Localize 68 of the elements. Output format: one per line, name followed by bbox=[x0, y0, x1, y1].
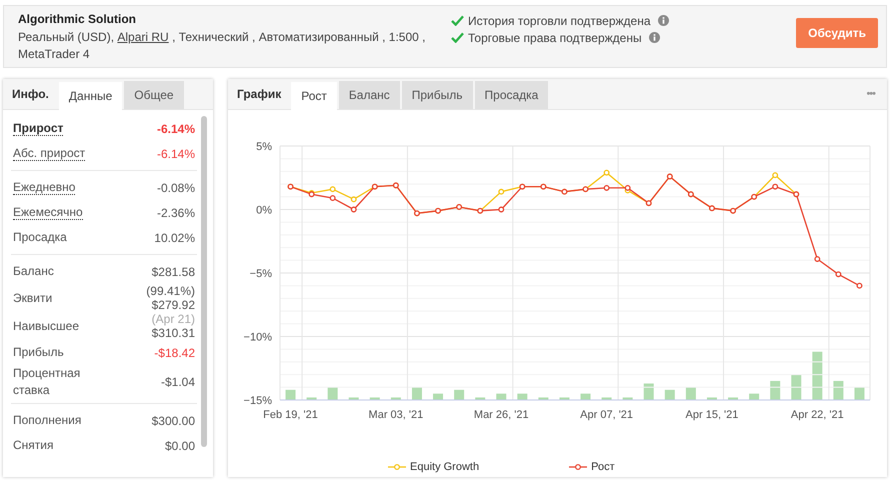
stat-value: $281.58 bbox=[152, 264, 195, 278]
data-point bbox=[350, 206, 357, 212]
x-axis-label: Mar 03, '21 bbox=[368, 409, 424, 421]
chart-tab[interactable]: Прибыль bbox=[402, 81, 473, 109]
data-point bbox=[498, 188, 504, 195]
stat-value: $300.00 bbox=[152, 414, 195, 428]
stat-value: -0.08% bbox=[156, 180, 195, 194]
stat-value: -$18.42 bbox=[154, 346, 195, 360]
account-title: Algorithmic Solution bbox=[18, 12, 137, 26]
stat-label: Наивысшее bbox=[13, 318, 80, 334]
data-point bbox=[604, 184, 610, 191]
y-axis-label: −5% bbox=[250, 268, 272, 280]
panel-title: График bbox=[236, 87, 282, 103]
data-point bbox=[856, 282, 862, 289]
stat-value: $279.92 bbox=[152, 298, 195, 312]
stat-label[interactable]: Ежемесячно bbox=[13, 205, 83, 220]
data-point bbox=[835, 271, 842, 278]
chart-tab[interactable]: Баланс bbox=[338, 81, 400, 109]
data-point bbox=[330, 195, 336, 202]
info-icon[interactable] bbox=[658, 15, 669, 26]
stat-label: Просадка bbox=[13, 229, 67, 246]
panel-title: Инфо. bbox=[11, 87, 50, 103]
y-axis-label: −15% bbox=[244, 395, 272, 407]
stat-label[interactable]: Прирост bbox=[13, 121, 64, 136]
stat-label: Снятия bbox=[13, 437, 54, 454]
chart-tab[interactable]: Рост bbox=[291, 82, 337, 110]
stat-value: -6.14% bbox=[156, 146, 195, 160]
data-point bbox=[772, 172, 778, 178]
y-axis-label: 5% bbox=[256, 141, 272, 153]
stat-label: Баланс bbox=[13, 263, 54, 280]
stat-label[interactable]: Ежедневно bbox=[13, 180, 76, 195]
x-axis-label: Apr 07, '21 bbox=[580, 409, 634, 421]
stat-value: -2.36% bbox=[156, 206, 195, 220]
stats-tab[interactable]: Общее bbox=[124, 81, 184, 109]
stat-value: $310.31 bbox=[152, 326, 195, 340]
data-point bbox=[330, 186, 336, 192]
stat-label: Пополнения bbox=[13, 412, 82, 429]
x-axis-label: Apr 15, '21 bbox=[686, 409, 738, 421]
data-point bbox=[814, 256, 820, 262]
stat-label: Эквити bbox=[13, 290, 52, 306]
stat-value: 10.02% bbox=[154, 230, 195, 244]
stat-note: (Apr 21) bbox=[152, 312, 195, 326]
legend-label[interactable]: Рост bbox=[591, 461, 615, 473]
data-point bbox=[604, 170, 610, 176]
stat-value: -$1.04 bbox=[160, 375, 195, 389]
stat-label[interactable]: Абс. прирост bbox=[13, 146, 86, 161]
scrollbar[interactable] bbox=[201, 116, 207, 447]
data-point bbox=[772, 184, 778, 190]
y-axis-label: 0% bbox=[256, 204, 272, 216]
stats-tab[interactable]: Данные bbox=[58, 82, 122, 110]
info-icon[interactable] bbox=[648, 32, 660, 43]
stat-label: Прибыль bbox=[13, 344, 64, 361]
y-axis-label: −10% bbox=[244, 332, 272, 344]
data-point bbox=[498, 206, 504, 212]
broker-link[interactable]: Alpari RU bbox=[117, 30, 169, 44]
verification-label: История торговли подтверждена bbox=[468, 14, 651, 28]
data-point bbox=[350, 196, 357, 202]
legend-label[interactable]: Equity Growth bbox=[410, 461, 480, 473]
chart-tab[interactable]: Просадка bbox=[474, 81, 548, 109]
stat-label: Процентная ставка bbox=[13, 365, 82, 399]
x-axis-label: Mar 26, '21 bbox=[474, 409, 529, 421]
stat-value: -6.14% bbox=[156, 122, 195, 136]
x-axis-label: Apr 22, '21 bbox=[790, 409, 844, 421]
stat-value: $0.00 bbox=[164, 438, 195, 452]
account-details: Реальный (USD), Alpari RU , Технический , Автоматизированный , 1:500 , MetaTrader 4 bbox=[18, 29, 426, 63]
verification-label: Торговые права подтверждены bbox=[468, 30, 642, 44]
x-axis-label: Feb 19, '21 bbox=[263, 409, 318, 421]
stat-note: (99.41%) bbox=[146, 284, 195, 298]
